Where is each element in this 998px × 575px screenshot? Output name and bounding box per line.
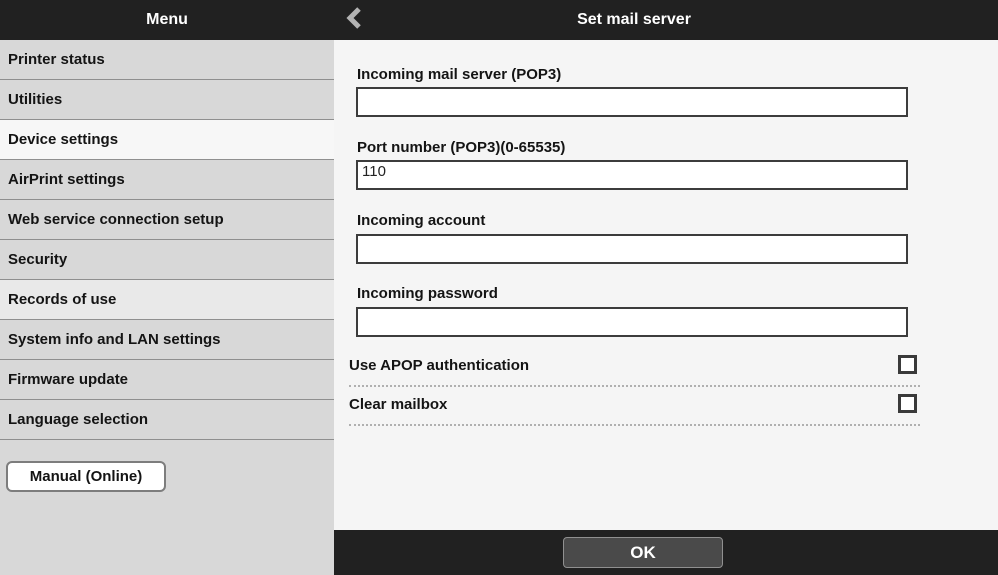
incoming-mail-server-input[interactable] xyxy=(356,87,908,117)
apop-authentication-checkbox[interactable] xyxy=(898,355,917,374)
incoming-account-label: Incoming account xyxy=(357,212,486,229)
set-mail-server-form: Incoming mail server (POP3) Port number … xyxy=(334,40,998,530)
sidebar-item-printer-status[interactable]: Printer status xyxy=(0,40,334,80)
incoming-account-input[interactable] xyxy=(356,234,908,264)
sidebar-item-security[interactable]: Security xyxy=(0,240,334,280)
ok-button[interactable]: OK xyxy=(563,537,723,568)
manual-online-button[interactable]: Manual (Online) xyxy=(6,461,166,492)
clear-mailbox-checkbox[interactable] xyxy=(898,394,917,413)
printer-web-ui: Menu Set mail server Printer status Util… xyxy=(0,0,998,575)
apop-authentication-row: Use APOP authentication xyxy=(349,348,920,387)
sidebar-item-firmware-update[interactable]: Firmware update xyxy=(0,360,334,400)
port-number-label: Port number (POP3)(0-65535) xyxy=(357,139,566,156)
bottom-action-bar: OK xyxy=(334,530,998,575)
sidebar-item-utilities[interactable]: Utilities xyxy=(0,80,334,120)
incoming-mail-server-label: Incoming mail server (POP3) xyxy=(357,66,562,83)
incoming-password-label: Incoming password xyxy=(357,285,498,302)
sidebar-item-airprint-settings[interactable]: AirPrint settings xyxy=(0,160,334,200)
sidebar-item-records-of-use[interactable]: Records of use xyxy=(0,280,334,320)
apop-authentication-label: Use APOP authentication xyxy=(349,357,530,374)
sidebar-menu: Printer status Utilities Device settings… xyxy=(0,40,334,575)
clear-mailbox-label: Clear mailbox xyxy=(349,396,448,413)
port-number-input[interactable] xyxy=(356,160,908,190)
sidebar-item-language-selection[interactable]: Language selection xyxy=(0,400,334,440)
sidebar-item-device-settings[interactable]: Device settings xyxy=(0,120,334,160)
sidebar-item-system-info-lan-settings[interactable]: System info and LAN settings xyxy=(0,320,334,360)
incoming-password-input[interactable] xyxy=(356,307,908,337)
menu-title: Menu xyxy=(146,11,188,28)
top-header: Menu Set mail server xyxy=(0,0,998,40)
sidebar-item-web-service-connection-setup[interactable]: Web service connection setup xyxy=(0,200,334,240)
clear-mailbox-row: Clear mailbox xyxy=(349,387,920,426)
page-title: Set mail server xyxy=(577,11,691,28)
